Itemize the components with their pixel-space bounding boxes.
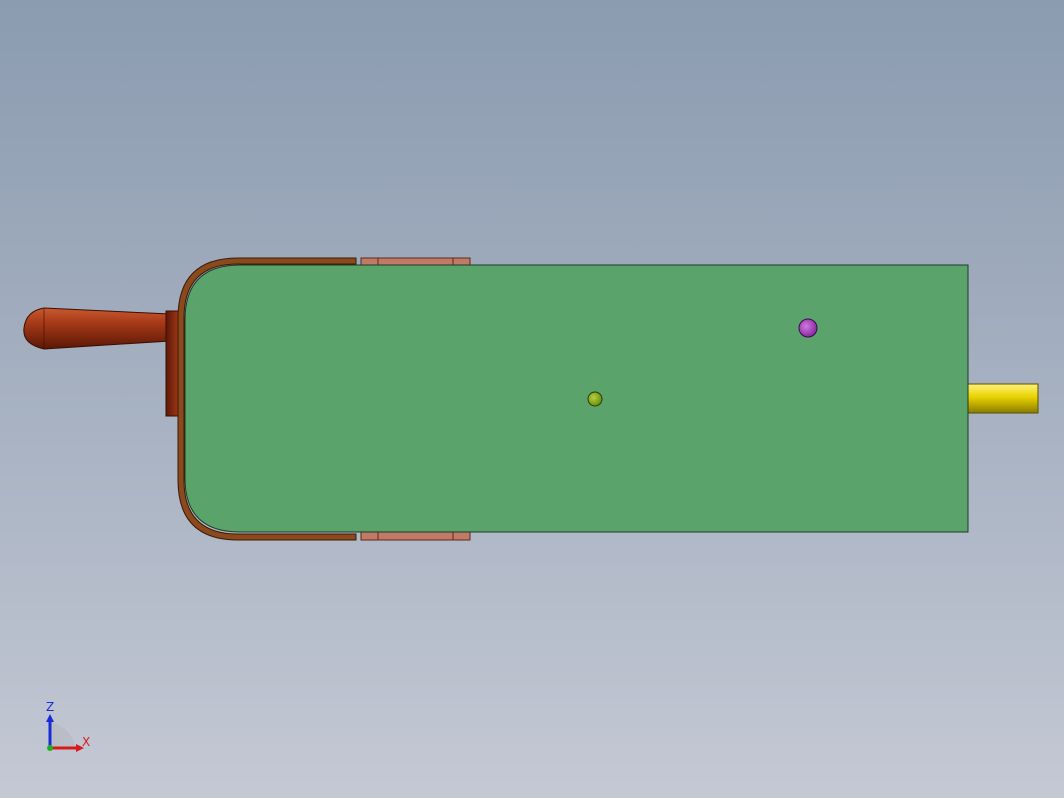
x-axis-label: X: [82, 735, 90, 749]
graphics-viewport[interactable]: Z X: [0, 0, 1064, 798]
z-axis-label: Z: [46, 700, 54, 714]
purple-marker[interactable]: [798, 318, 818, 338]
green-marker[interactable]: [587, 391, 603, 407]
crank-handle[interactable]: [23, 307, 171, 350]
main-body[interactable]: [184, 264, 969, 533]
output-shaft[interactable]: [965, 383, 1039, 414]
bottom-bearing-plate[interactable]: [360, 531, 471, 541]
axis-triad: Z X: [46, 700, 90, 752]
